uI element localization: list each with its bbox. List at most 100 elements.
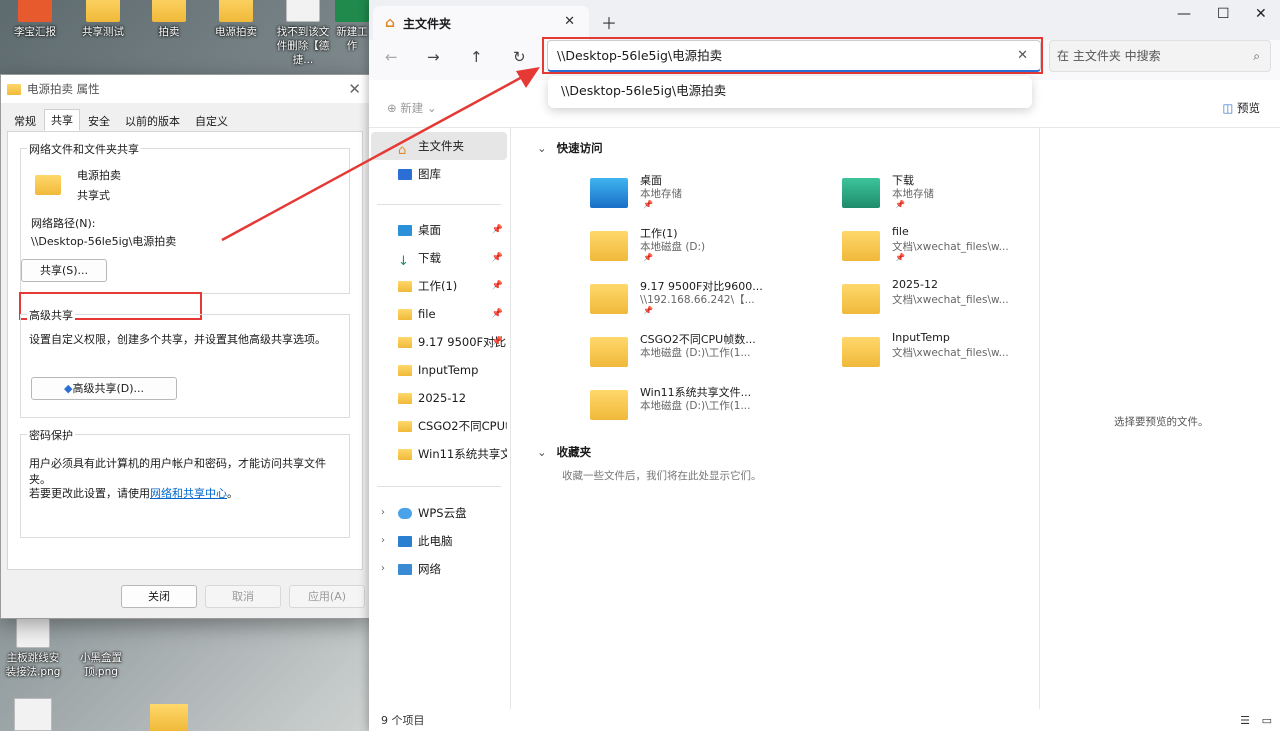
sidebar-item-wps-cloud[interactable]: › WPS云盘 (371, 499, 507, 527)
sidebar-item-gallery[interactable]: 图库 (371, 160, 507, 188)
desktop-icon[interactable]: 电源拍卖 (205, 0, 267, 39)
sidebar-item-9500f[interactable]: 9.17 9500F对比 📌 (371, 328, 507, 356)
pin-icon: 📌 (895, 200, 905, 209)
folder-icon (398, 337, 412, 348)
folder-icon (398, 449, 412, 460)
sidebar-item-csgo2[interactable]: CSGO2不同CPU帧 (371, 412, 507, 440)
desktop-icon[interactable]: 找不到该文件删除【德捷... (272, 0, 334, 67)
list-item[interactable]: 2025-12 文档\xwechat_files\w... (842, 278, 1072, 328)
list-item[interactable]: Win11系统共享文件... 本地磁盘 (D:)\工作(1... (590, 384, 820, 434)
preview-button[interactable]: ◫ 预览 (1222, 100, 1260, 116)
sidebar-item-this-pc[interactable]: › 此电脑 (371, 527, 507, 555)
list-item[interactable]: 工作(1) 本地磁盘 (D:) 📌 (590, 225, 820, 275)
folder-icon[interactable] (150, 704, 188, 731)
list-item[interactable]: InputTemp 文档\xwechat_files\w... (842, 331, 1072, 381)
desktop-icon[interactable]: 拍卖 (138, 0, 200, 39)
sidebar-item-work[interactable]: 工作(1) 📌 (371, 272, 507, 300)
quick-access-header[interactable]: ⌄ 快速访问 (537, 140, 603, 156)
tiles-view-icon[interactable]: ▭ (1262, 709, 1272, 731)
folder-icon (86, 0, 120, 22)
properties-dialog: 电源拍卖 属性 ✕ 常规 共享 安全 以前的版本 自定义 网络文件和文件夹共享 … (0, 74, 370, 619)
cancel-button[interactable]: 取消 (205, 585, 281, 608)
maximize-icon[interactable]: ☐ (1217, 6, 1230, 22)
search-icon: ⌕ (1253, 49, 1260, 63)
folder-icon (35, 175, 61, 195)
chevron-right-icon[interactable]: › (381, 499, 385, 527)
advanced-sharing-button[interactable]: ◆高级共享(D)... (31, 377, 177, 400)
tab-customize[interactable]: 自定义 (188, 111, 235, 131)
list-item[interactable]: file 文档\xwechat_files\w... 📌 (842, 225, 1072, 275)
forward-icon[interactable]: → (427, 48, 440, 66)
sidebar-item-win11[interactable]: Win11系统共享文件 (371, 440, 507, 468)
new-button[interactable]: ⊕ 新建 ⌄ (387, 100, 437, 116)
list-item[interactable]: CSGO2不同CPU帧数... 本地磁盘 (D:)\工作(1... (590, 331, 820, 381)
desktop-icon (398, 225, 412, 236)
desktop-icon[interactable]: 主板跳线安装接法.png (2, 618, 64, 679)
list-item[interactable]: 9.17 9500F对比9600... \\192.168.66.242\【...… (590, 278, 820, 328)
folder-icon (7, 83, 21, 95)
desktop-icon[interactable]: 小黑盒置顶.png (70, 618, 132, 679)
pin-icon: 📌 (491, 309, 503, 319)
desktop-icon[interactable]: 新建工作 (334, 0, 370, 53)
folder-share-state: 共享式 (77, 189, 110, 202)
file-explorer-window: ⌂ 主文件夹 ✕ ＋ — ☐ ✕ ← → ↑ ↻ \\Desktop-56le5… (369, 0, 1280, 731)
divider (377, 486, 501, 487)
chevron-down-icon: ⌄ (537, 445, 547, 459)
password-description: 用户必须具有此计算机的用户帐户和密码，才能访问共享文件夹。 (29, 457, 326, 486)
sidebar-item-home[interactable]: ⌂ 主文件夹 (371, 132, 507, 160)
network-path-label: 网络路径(N): (31, 217, 96, 230)
back-icon[interactable]: ← (385, 48, 398, 66)
folder-icon (590, 390, 628, 420)
details-view-icon[interactable]: ☰ (1240, 709, 1250, 731)
folder-icon (590, 337, 628, 367)
apply-button[interactable]: 应用(A) (289, 585, 365, 608)
folder-icon (842, 231, 880, 261)
network-sharing-center-link[interactable]: 网络和共享中心 (150, 487, 227, 500)
tab-home-folder[interactable]: ⌂ 主文件夹 ✕ (373, 6, 589, 40)
home-icon: ⌂ (385, 15, 396, 31)
preview-pane: 选择要预览的文件。 (1039, 128, 1280, 709)
favorites-empty-text: 收藏一些文件后，我们将在此处显示它们。 (562, 470, 762, 482)
folder-icon (398, 365, 412, 376)
list-item[interactable]: 下载 本地存储 📌 (842, 172, 1072, 222)
refresh-icon[interactable]: ↻ (513, 48, 526, 66)
content-pane: ⌄ 快速访问 桌面 本地存储 📌 下载 本地存储 📌 工作(1) 本地磁盘 (D:) 📌 fi… (511, 128, 1039, 709)
chevron-right-icon[interactable]: › (381, 555, 385, 583)
share-button[interactable]: 共享(S)... (21, 259, 107, 282)
new-tab-icon[interactable]: ＋ (601, 10, 617, 34)
computer-icon (398, 536, 412, 547)
desktop-icon[interactable]: 共享测试 (72, 0, 134, 39)
tab-previous-versions[interactable]: 以前的版本 (118, 111, 187, 131)
network-sharing-group: 网络文件和文件夹共享 电源拍卖 共享式 网络路径(N): \\Desktop-5… (20, 141, 350, 294)
address-suggestion[interactable]: \\Desktop-56le5ig\电源拍卖 (548, 76, 1032, 108)
navigation-pane: ⌂ 主文件夹 图库 桌面 📌 ↓ 下载 📌 工作(1) 📌 file 📌 9.17 9500… (369, 128, 511, 709)
list-item[interactable]: 桌面 本地存储 📌 (590, 172, 820, 222)
sidebar-item-network[interactable]: › 网络 (371, 555, 507, 583)
sidebar-item-inputtemp[interactable]: InputTemp (371, 356, 507, 384)
plus-icon: ⊕ (387, 101, 397, 115)
network-icon (398, 564, 412, 575)
close-icon[interactable]: ✕ (348, 80, 361, 98)
close-tab-icon[interactable]: ✕ (564, 14, 575, 29)
minimize-icon[interactable]: — (1177, 6, 1191, 22)
sidebar-item-desktop[interactable]: 桌面 📌 (371, 216, 507, 244)
tab-general[interactable]: 常规 (7, 111, 43, 131)
dialog-titlebar: 电源拍卖 属性 ✕ (1, 75, 369, 103)
folder-icon (398, 309, 412, 320)
close-window-icon[interactable]: ✕ (1255, 6, 1267, 22)
group-title: 高级共享 (27, 307, 75, 323)
document-icon[interactable] (14, 698, 52, 731)
chevron-right-icon[interactable]: › (381, 527, 385, 555)
favorites-header[interactable]: ⌄ 收藏夹 (537, 444, 591, 460)
password-protection-group: 密码保护 用户必须具有此计算机的用户帐户和密码，才能访问共享文件夹。 若要更改此… (20, 427, 350, 538)
desktop-icon[interactable]: 李宝汇报 (4, 0, 66, 39)
sidebar-item-downloads[interactable]: ↓ 下载 📌 (371, 244, 507, 272)
sidebar-item-file[interactable]: file 📌 (371, 300, 507, 328)
close-button[interactable]: 关闭 (121, 585, 197, 608)
tab-sharing[interactable]: 共享 (44, 109, 80, 131)
sidebar-item-2025-12[interactable]: 2025-12 (371, 384, 507, 412)
up-icon[interactable]: ↑ (470, 48, 483, 66)
status-bar: 9 个项目 ☰ ▭ (369, 709, 1280, 731)
tab-security[interactable]: 安全 (81, 111, 117, 131)
search-input[interactable]: 在 主文件夹 中搜索 ⌕ (1049, 40, 1271, 72)
